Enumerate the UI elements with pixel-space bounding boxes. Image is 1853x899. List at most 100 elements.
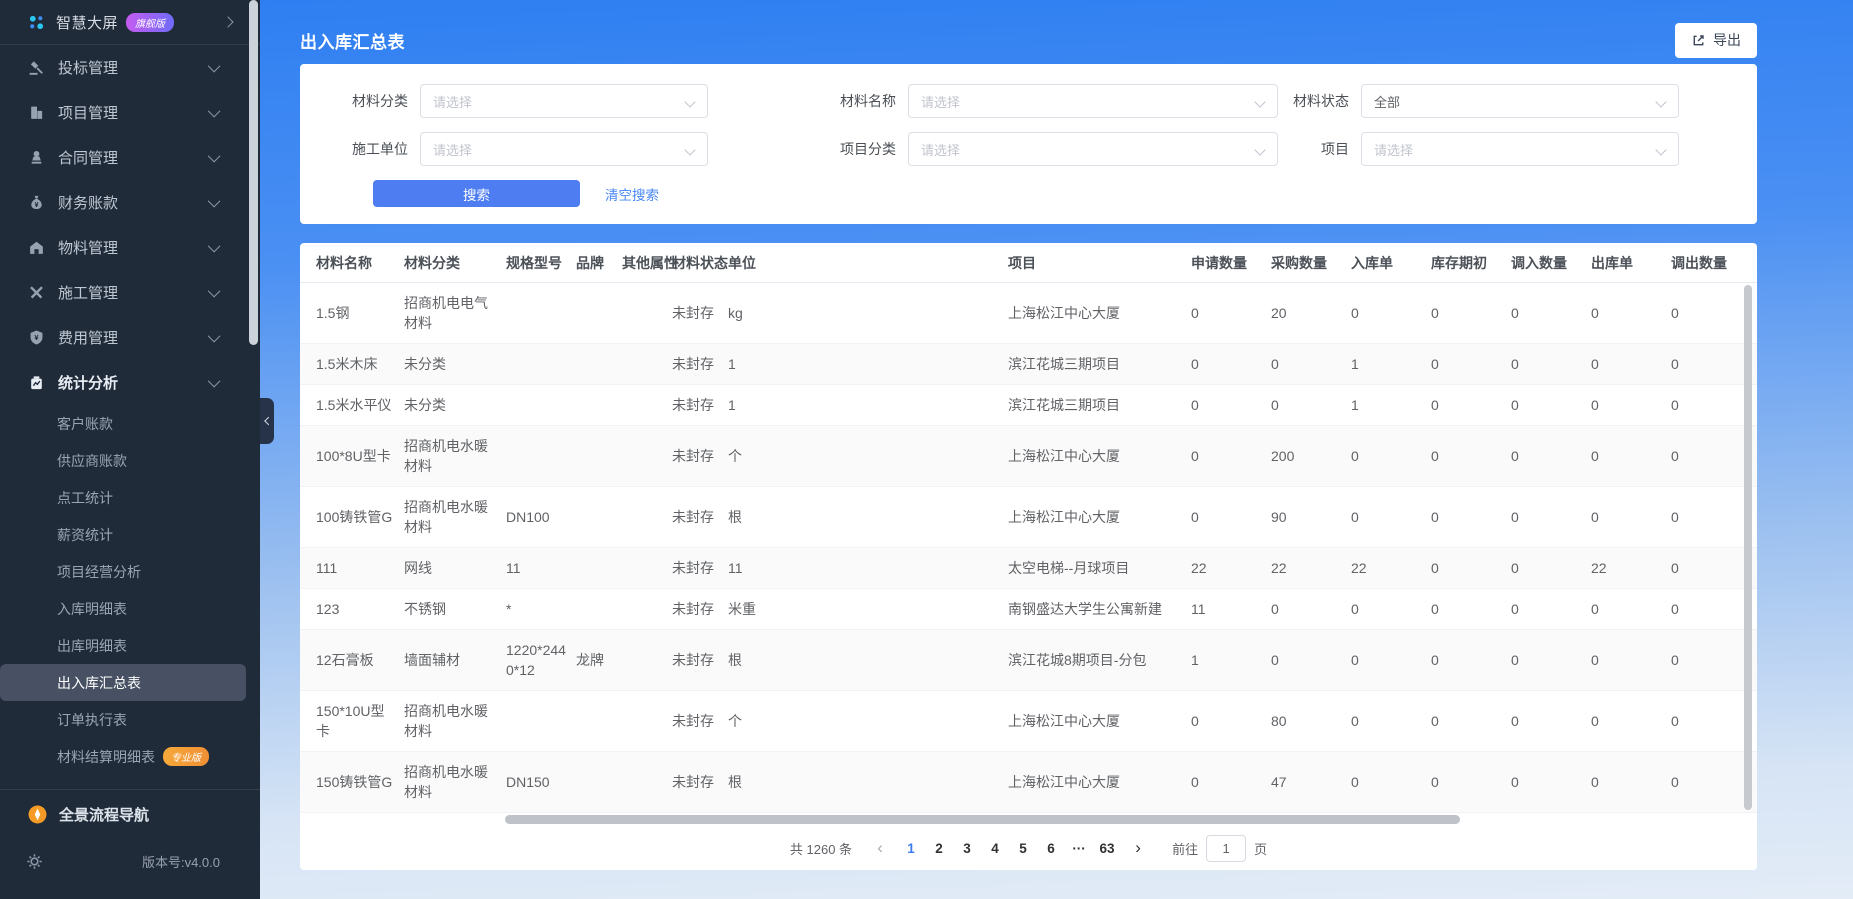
search-button[interactable]: 搜索 <box>373 180 580 207</box>
filter-label-material-status: 材料状态 <box>1293 91 1349 111</box>
sidebar-item-project[interactable]: 项目管理 <box>0 90 260 135</box>
page-button[interactable]: 1 <box>898 835 924 861</box>
project-category-select[interactable]: 请选择 <box>908 132 1278 166</box>
next-page-button[interactable]: › <box>1126 838 1150 858</box>
sidebar-submenu-item[interactable]: 入库明细表 <box>0 590 246 627</box>
construction-unit-select[interactable]: 请选择 <box>420 132 708 166</box>
table-header-cell: 采购数量 <box>1271 253 1351 273</box>
cell-spec-model <box>506 303 576 323</box>
page-button[interactable]: 6 <box>1038 835 1064 861</box>
sidebar-submenu-item[interactable]: 出库明细表 <box>0 627 246 664</box>
cell-material-category: 不锈钢 <box>404 589 506 629</box>
sidebar-item-label: 合同管理 <box>58 147 118 168</box>
sidebar-submenu-item[interactable]: 供应商账款 <box>0 442 246 479</box>
goto-page-input[interactable] <box>1206 835 1246 862</box>
chevron-down-icon <box>208 195 221 208</box>
cell-spec-model: DN100 <box>506 497 576 537</box>
cell-spec-model: 11 <box>506 548 576 588</box>
page-button[interactable]: ··· <box>1066 835 1092 861</box>
cell-unit: 米重 <box>728 589 1008 629</box>
table-row[interactable]: 150铸铁管G 招商机电水暖材料 DN150 未封存 根 上海松江中心大厦 0 … <box>300 752 1757 813</box>
sidebar-submenu-item[interactable]: 薪资统计 <box>0 516 246 553</box>
cell-purchase-qty: 0 <box>1271 640 1351 680</box>
tools-icon <box>28 284 45 301</box>
sidebar-item-statistics[interactable]: 统计分析 <box>0 360 260 405</box>
export-button[interactable]: 导出 <box>1675 23 1757 58</box>
gear-icon[interactable] <box>26 853 43 870</box>
sidebar-item-material[interactable]: 物料管理 <box>0 225 260 270</box>
sidebar-item-expense[interactable]: ¥ 费用管理 <box>0 315 260 360</box>
export-button-label: 导出 <box>1713 30 1741 50</box>
cell-apply-qty: 0 <box>1191 762 1271 802</box>
table-row[interactable]: 12石膏板 墙面辅材 1220*2440*12 龙牌 未封存 根 滨江花城8期项… <box>300 630 1757 691</box>
material-status-select[interactable]: 全部 <box>1361 84 1679 118</box>
clear-search-link[interactable]: 清空搜索 <box>605 184 659 204</box>
page-button[interactable]: 3 <box>954 835 980 861</box>
page-button-label: ··· <box>1072 841 1086 856</box>
cell-purchase-qty: 20 <box>1271 293 1351 333</box>
material-name-select[interactable]: 请选择 <box>908 84 1278 118</box>
cell-initial-stock: 0 <box>1431 701 1511 741</box>
cell-transfer-out-qty: 0 <box>1671 344 1741 384</box>
sidebar-submenu-item[interactable]: 客户账款 <box>0 405 246 442</box>
page-button[interactable]: 4 <box>982 835 1008 861</box>
cell-material-status: 未封存 <box>672 548 728 588</box>
vertical-scrollbar[interactable] <box>1744 285 1752 810</box>
filter-label-project: 项目 <box>1293 139 1349 159</box>
cell-transfer-out-qty: 0 <box>1671 640 1741 680</box>
prev-page-button[interactable]: ‹ <box>868 838 892 858</box>
page-button[interactable]: 63 <box>1094 835 1120 861</box>
chevron-down-icon <box>208 60 221 73</box>
table-header-cell: 材料分类 <box>404 253 506 273</box>
cell-brand <box>576 507 622 527</box>
sidebar-scrollbar[interactable] <box>249 0 258 345</box>
cell-inbound-order: 1 <box>1351 385 1431 425</box>
sidebar-item-finance[interactable]: ¥ 财务账款 <box>0 180 260 225</box>
sidebar-item-label: 财务账款 <box>58 192 118 213</box>
cell-brand <box>576 711 622 731</box>
project-select[interactable]: 请选择 <box>1361 132 1679 166</box>
cell-spec-model <box>506 395 576 415</box>
cell-initial-stock: 0 <box>1431 762 1511 802</box>
table-header-cell: 项目 <box>1008 253 1191 273</box>
table-row[interactable]: 100*8U型卡 招商机电水暖材料 未封存 个 上海松江中心大厦 0 200 0… <box>300 426 1757 487</box>
stats-jar-icon <box>28 374 45 391</box>
panorama-nav-item[interactable]: 全景流程导航 <box>0 790 260 838</box>
sidebar-submenu-item[interactable]: 出入库汇总表 <box>0 664 246 701</box>
cell-inbound-order: 0 <box>1351 436 1431 476</box>
sidebar-submenu-item[interactable]: 材料结算明细表 专业版 <box>0 738 246 775</box>
cell-material-name: 111 <box>316 548 404 588</box>
table-row[interactable]: 123 不锈钢 * 未封存 米重 南钢盛达大学生公寓新建 11 0 0 0 0 … <box>300 589 1757 630</box>
cell-outbound-order: 22 <box>1591 548 1671 588</box>
sidebar-item-bidding[interactable]: 投标管理 <box>0 45 260 90</box>
cell-initial-stock: 0 <box>1431 497 1511 537</box>
chevron-down-icon <box>208 375 221 388</box>
sidebar-submenu-item[interactable]: 项目经营分析 <box>0 553 246 590</box>
table-row[interactable]: 111 网线 11 未封存 11 太空电梯--月球项目 22 22 22 0 0… <box>300 548 1757 589</box>
page-button[interactable]: 5 <box>1010 835 1036 861</box>
cell-transfer-out-qty: 0 <box>1671 589 1741 629</box>
cell-other-attrs <box>622 303 672 323</box>
table-row[interactable]: 1.5米木床 未分类 未封存 1 滨江花城三期项目 0 0 1 0 0 0 <box>300 344 1757 385</box>
cell-apply-qty: 0 <box>1191 701 1271 741</box>
sidebar-item-label: 项目管理 <box>58 102 118 123</box>
sidebar-submenu-item-label: 材料结算明细表 <box>57 747 155 767</box>
material-category-select[interactable]: 请选择 <box>420 84 708 118</box>
table-row[interactable]: 100铸铁管G 招商机电水暖材料 DN100 未封存 根 上海松江中心大厦 0 … <box>300 487 1757 548</box>
sidebar-item-construction[interactable]: 施工管理 <box>0 270 260 315</box>
pro-version-badge: 专业版 <box>163 747 209 766</box>
table-row[interactable]: 1.5米水平仪 未分类 未封存 1 滨江花城三期项目 0 0 1 0 0 0 <box>300 385 1757 426</box>
panorama-nav-label: 全景流程导航 <box>59 804 149 825</box>
sidebar-logo-row[interactable]: 智慧大屏 旗舰版 <box>0 0 260 44</box>
table-row[interactable]: 1.5钢 招商机电电气材料 未封存 kg 上海松江中心大厦 0 20 0 0 0 <box>300 283 1757 344</box>
sidebar-submenu-item[interactable]: 订单执行表 <box>0 701 246 738</box>
filter-actions: 搜索 清空搜索 <box>373 180 1757 207</box>
table-row[interactable]: 150*10U型卡 招商机电水暖材料 未封存 个 上海松江中心大厦 0 80 0… <box>300 691 1757 752</box>
horizontal-scrollbar[interactable] <box>505 815 1460 824</box>
sidebar-collapse-handle[interactable] <box>260 398 274 444</box>
sidebar-submenu-item[interactable]: 点工统计 <box>0 479 246 516</box>
cell-material-status: 未封存 <box>672 589 728 629</box>
sidebar-item-contract[interactable]: 合同管理 <box>0 135 260 180</box>
page-button[interactable]: 2 <box>926 835 952 861</box>
cell-apply-qty: 0 <box>1191 344 1271 384</box>
